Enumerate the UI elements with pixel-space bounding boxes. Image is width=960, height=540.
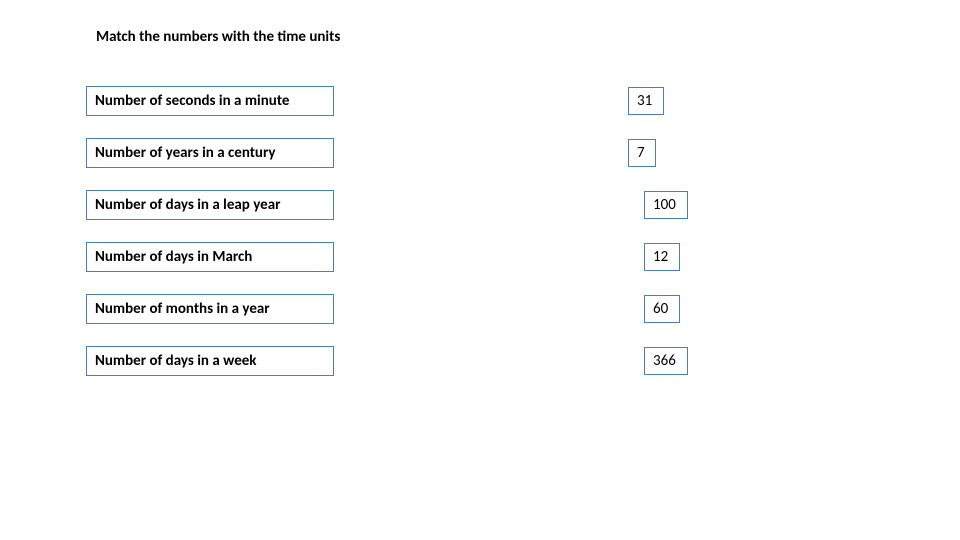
- page-title: Match the numbers with the time units: [96, 28, 340, 46]
- prompt-box[interactable]: Number of days in a leap year: [86, 190, 334, 220]
- prompt-box[interactable]: Number of days in March: [86, 242, 334, 272]
- prompt-row: Number of days in March: [86, 242, 334, 272]
- prompt-row: Number of seconds in a minute: [86, 86, 334, 116]
- prompt-box[interactable]: Number of years in a century: [86, 138, 334, 168]
- prompt-row: Number of months in a year: [86, 294, 334, 324]
- prompt-box[interactable]: Number of seconds in a minute: [86, 86, 334, 116]
- answer-box[interactable]: 366: [644, 347, 688, 375]
- answer-box[interactable]: 7: [628, 139, 656, 167]
- answer-box[interactable]: 60: [644, 295, 680, 323]
- answer-box[interactable]: 12: [644, 243, 680, 271]
- answer-box[interactable]: 100: [644, 191, 688, 219]
- prompt-row: Number of days in a leap year: [86, 190, 334, 220]
- prompt-box[interactable]: Number of days in a week: [86, 346, 334, 376]
- prompt-row: Number of days in a week: [86, 346, 334, 376]
- prompt-box[interactable]: Number of months in a year: [86, 294, 334, 324]
- prompt-row: Number of years in a century: [86, 138, 334, 168]
- answer-box[interactable]: 31: [628, 87, 664, 115]
